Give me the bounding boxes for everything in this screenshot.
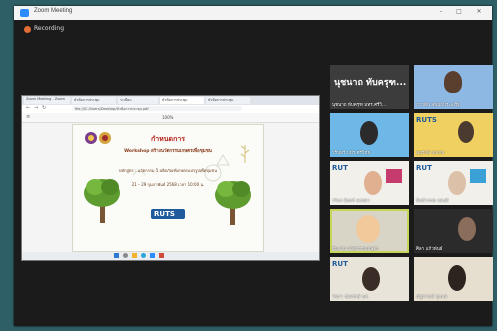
slide-heading: กำหนดการ xyxy=(150,135,186,143)
reload-icon[interactable]: ↻ xyxy=(42,105,46,111)
participant-photo xyxy=(448,265,466,291)
participant-photo xyxy=(448,171,466,195)
participant-name: ภาวศิน สุพันธ์ประเสริฐ xyxy=(416,103,460,108)
browser-tab[interactable]: หัวข้อการประชุม xyxy=(72,97,116,104)
participant-name: วรินทร์ มทร.ศรีวิชัย xyxy=(332,151,371,156)
recording-label: Recording xyxy=(34,25,65,32)
participant-name: ทิพย์วรรณ ทองดี xyxy=(416,199,449,204)
slide-date: 21 – 29 กุมภาพันธ์ 2568 เวลา 10:00 น. xyxy=(131,182,205,187)
close-icon[interactable]: ✕ xyxy=(472,8,486,15)
participant-tile[interactable]: RUTS อนุรักษ์ เอกภพ xyxy=(414,113,493,157)
participant-tile[interactable]: ศิลา แก้วพันธ์ xyxy=(414,209,493,253)
participant-name: วัชรา รอดรักษ์ นศ. xyxy=(332,295,369,300)
browser-tab-bar: Zoom Meeting - Zoom หัวข้อการประชุม ระเบ… xyxy=(22,96,319,105)
participant-photo xyxy=(444,71,462,93)
browser-tab[interactable]: ระเบียบ xyxy=(118,97,158,104)
participant-tile[interactable]: RUT วัชรา รอดรักษ์ นศ. xyxy=(330,257,409,301)
browser-tab[interactable]: หัวข้อการประชุม xyxy=(206,97,250,104)
participant-tile[interactable]: นุชนาถ ทับครุฑ... นุชนาถ ทับครุฑ มทร.ศรี… xyxy=(330,65,409,109)
menu-icon[interactable]: ≡ xyxy=(26,114,30,120)
back-icon[interactable]: ← xyxy=(26,105,30,111)
active-speaker-tile[interactable]: ทีมงาน นวัตกรรมเกษตร xyxy=(330,209,409,253)
presentation-slide: กำหนดการ Workshop สร้างนวัตกรรมเกษตรเพื่… xyxy=(72,124,264,252)
zoom-logo-icon xyxy=(20,9,29,17)
participant-tile[interactable]: ณัฐกานต์ ชุมพล xyxy=(414,257,493,301)
participant-name: ณัฐกานต์ ชุมพล xyxy=(416,295,448,300)
pdf-toolbar: ≡ 100% xyxy=(22,113,319,123)
participant-photo xyxy=(362,267,380,291)
zoom-window: Zoom Meeting – □ ✕ Recording Zoom Meetin… xyxy=(14,6,493,326)
participant-photo xyxy=(458,121,474,143)
participant-name: ทีมงาน นวัตกรรมเกษตร xyxy=(332,247,379,252)
browser-tab-active[interactable]: หัวข้อการประชุม xyxy=(160,97,204,104)
browser-tab[interactable]: Zoom Meeting - Zoom xyxy=(24,97,70,104)
participant-photo xyxy=(360,121,378,145)
participant-gallery: นุชนาถ ทับครุฑ... นุชนาถ ทับครุฑ มทร.ศรี… xyxy=(330,65,493,301)
taskbar xyxy=(22,252,319,260)
participant-name-large: นุชนาถ ทับครุฑ... xyxy=(334,78,407,88)
participant-photo xyxy=(356,215,380,243)
participant-tile[interactable]: RUT ทิพย์วรรณ ทองดี xyxy=(414,161,493,205)
file-explorer-icon[interactable] xyxy=(132,253,137,258)
ruts-logo: RUTS xyxy=(151,209,185,219)
participant-name: นุชนาถ ทับครุฑ มทร.ศรีวิ... xyxy=(332,103,387,108)
record-icon[interactable] xyxy=(24,26,31,33)
forward-icon[interactable]: → xyxy=(34,105,38,111)
participant-photo xyxy=(458,217,476,241)
search-icon[interactable] xyxy=(123,253,128,258)
browser-icon[interactable] xyxy=(141,253,146,258)
participant-tile[interactable]: วรินทร์ มทร.ศรีวิชัย xyxy=(330,113,409,157)
participant-tile[interactable]: ภาวศิน สุพันธ์ประเสริฐ xyxy=(414,65,493,109)
title-bar: Zoom Meeting – □ ✕ xyxy=(14,6,492,20)
windows-start-icon[interactable] xyxy=(114,253,119,258)
participant-name: อนุรักษ์ เอกภพ xyxy=(416,151,445,156)
minimize-icon[interactable]: – xyxy=(434,8,448,15)
recording-bar: Recording xyxy=(14,20,492,40)
maximize-icon[interactable]: □ xyxy=(452,8,466,15)
participant-name: รวีพร อินทร์ สงขลา xyxy=(332,199,370,204)
participant-tile[interactable]: RUT รวีพร อินทร์ สงขลา xyxy=(330,161,409,205)
powerpoint-icon[interactable] xyxy=(159,253,164,258)
slide-subtitle: หลักสูตร : นวัตกรรม 5 ผลิตภัณฑ์เกษตรแปรร… xyxy=(118,168,217,173)
zoom-level[interactable]: 100% xyxy=(162,115,173,120)
zoom-app-icon[interactable] xyxy=(150,253,155,258)
participant-photo xyxy=(364,171,382,195)
window-title: Zoom Meeting xyxy=(34,8,73,14)
slide-title: Workshop สร้างนวัตกรรมเกษตรเพื่อชุมชน xyxy=(124,149,212,154)
shared-screen: Zoom Meeting - Zoom หัวข้อการประชุม ระเบ… xyxy=(21,95,320,261)
participant-name: ศิลา แก้วพันธ์ xyxy=(416,247,443,252)
url-field[interactable]: file:///C:/Users/Desktop/หัวข้อการประชุม… xyxy=(72,106,242,111)
